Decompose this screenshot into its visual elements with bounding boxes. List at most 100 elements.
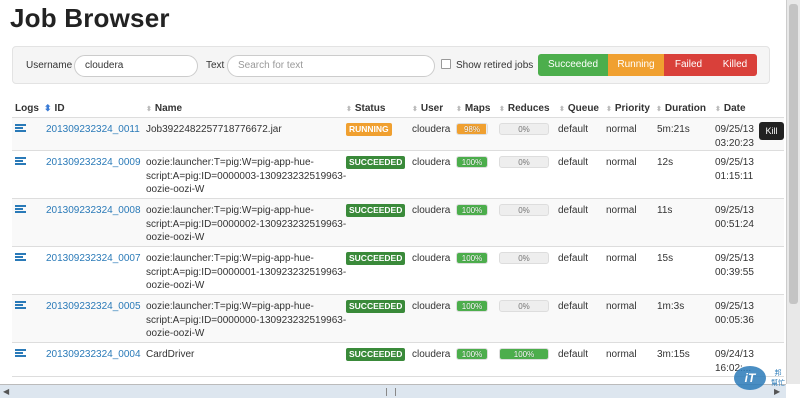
job-queue: default — [558, 157, 589, 168]
table-row[interactable]: 201309232324_0011 Job3922482257718776672.… — [12, 118, 784, 151]
col-header-status[interactable]: ⬍ Status — [346, 103, 385, 114]
reduces-progress-bar-label: 0% — [518, 125, 530, 134]
text-search-placeholder: Search for text — [238, 60, 304, 71]
table-row[interactable]: 201309232324_0005 oozie:launcher:T=pig:W=… — [12, 295, 784, 343]
maps-progress-bar: 100% — [456, 300, 488, 312]
job-date-line: 00:51:24 — [715, 218, 754, 230]
job-priority: normal — [606, 124, 637, 135]
job-name-line: oozie:launcher:T=pig:W=pig-app-hue- — [146, 253, 314, 264]
table-body: 201309232324_0011 Job3922482257718776672.… — [12, 118, 784, 377]
job-date-line: 03:20:23 — [715, 137, 754, 149]
col-header-name[interactable]: ⬍ Name — [146, 103, 182, 114]
job-date-line: 09/24/13 — [715, 349, 754, 360]
horizontal-scrollbar-grip[interactable] — [386, 388, 396, 396]
username-input[interactable]: cloudera — [74, 55, 198, 77]
page-title: Job Browser — [10, 3, 170, 33]
horizontal-scrollbar[interactable]: ◀ ▶ — [0, 384, 786, 398]
sort-desc-icon: ⬍ — [44, 103, 52, 113]
job-id-link[interactable]: 201309232324_0011 — [46, 123, 140, 137]
kill-button[interactable]: Kill — [759, 122, 784, 140]
job-queue: default — [558, 349, 589, 360]
filter-succeeded-button[interactable]: Succeeded — [538, 54, 608, 76]
col-header-maps[interactable]: ⬍ Maps — [456, 103, 490, 114]
job-date-line: 00:05:36 — [715, 314, 754, 326]
username-value: cloudera — [85, 60, 124, 71]
job-duration: 12s — [657, 157, 674, 168]
job-queue: default — [558, 205, 589, 216]
logs-icon[interactable] — [15, 205, 26, 213]
sort-icon: ⬍ — [499, 106, 505, 113]
job-id-link[interactable]: 201309232324_0008 — [46, 204, 141, 218]
job-date: 09/25/13 00:39:55 — [715, 252, 754, 279]
sort-icon: ⬍ — [456, 106, 462, 113]
job-duration: 11s — [657, 205, 673, 216]
job-name-line: script:A=pig:ID=0000003-130923232519963- — [146, 170, 347, 182]
job-name-line: Job3922482257718776672.jar — [146, 124, 282, 135]
table-row[interactable]: 201309232324_0009 oozie:launcher:T=pig:W=… — [12, 151, 784, 199]
job-id-link[interactable]: 201309232324_0007 — [46, 252, 141, 266]
maps-progress-bar: 98% — [456, 123, 488, 135]
vertical-scrollbar-thumb[interactable] — [789, 4, 798, 304]
col-header-queue[interactable]: ⬍ Queue — [559, 103, 599, 114]
reduces-progress-bar-label: 0% — [518, 206, 530, 215]
col-header-date[interactable]: ⬍ Date — [715, 103, 746, 114]
col-header-user[interactable]: ⬍ User — [412, 103, 443, 114]
filter-failed-button[interactable]: Failed — [664, 54, 713, 76]
col-header-logs[interactable]: Logs — [15, 103, 39, 114]
scroll-left-icon[interactable]: ◀ — [3, 387, 9, 396]
job-duration: 3m:15s — [657, 349, 690, 360]
maps-progress-bar-label: 98% — [463, 125, 480, 134]
logs-icon[interactable] — [15, 124, 26, 132]
sort-icon: ⬍ — [559, 106, 565, 113]
reduces-progress-bar-label: 0% — [518, 158, 530, 167]
col-header-queue-label: Queue — [567, 103, 599, 114]
job-name-line: CardDriver — [146, 349, 195, 360]
col-header-priority-label: Priority — [614, 103, 650, 114]
job-name-line: oozie-oozi-W — [146, 280, 205, 291]
job-date-line: 09/25/13 — [715, 157, 754, 168]
job-priority: normal — [606, 205, 637, 216]
col-header-logs-label: Logs — [15, 103, 39, 114]
job-name-line: oozie:launcher:T=pig:W=pig-app-hue- — [146, 157, 314, 168]
col-header-reduces[interactable]: ⬍ Reduces — [499, 103, 550, 114]
reduces-progress-bar-label: 100% — [513, 350, 535, 359]
ithome-watermark-logo: iT 邦 幫忙 — [734, 366, 785, 390]
job-queue: default — [558, 124, 589, 135]
col-header-id[interactable]: ⬍ ID — [44, 103, 65, 114]
job-queue: default — [558, 253, 589, 264]
table-row[interactable]: 201309232324_0008 oozie:launcher:T=pig:W=… — [12, 199, 784, 247]
job-name-line: oozie:launcher:T=pig:W=pig-app-hue- — [146, 301, 314, 312]
filter-running-button[interactable]: Running — [608, 54, 664, 76]
col-header-reduces-label: Reduces — [507, 103, 550, 114]
job-name-line: oozie-oozi-W — [146, 232, 205, 243]
reduces-progress-bar: 0% — [499, 156, 549, 168]
logs-icon[interactable] — [15, 253, 26, 261]
table-row[interactable]: 201309232324_0004 CardDriver SUCCEEDED clou… — [12, 343, 784, 377]
status-badge: SUCCEEDED — [346, 252, 406, 265]
vertical-scrollbar[interactable] — [786, 0, 800, 384]
job-name: oozie:launcher:T=pig:W=pig-app-hue-scrip… — [146, 204, 346, 245]
logs-icon[interactable] — [15, 349, 26, 357]
sort-icon: ⬍ — [606, 106, 612, 113]
filter-killed-button[interactable]: Killed — [713, 54, 757, 76]
job-duration: 15s — [657, 253, 674, 264]
job-id-link[interactable]: 201309232324_0004 — [46, 348, 141, 362]
job-name: oozie:launcher:T=pig:W=pig-app-hue-scrip… — [146, 252, 346, 293]
status-badge: SUCCEEDED — [346, 348, 406, 361]
maps-progress-bar-label: 100% — [461, 302, 483, 311]
show-retired-label[interactable]: Show retired jobs — [456, 60, 533, 71]
job-id-link[interactable]: 201309232324_0009 — [46, 156, 141, 170]
logs-icon[interactable] — [15, 301, 26, 309]
text-search-input[interactable]: Search for text — [227, 55, 435, 77]
logs-icon[interactable] — [15, 157, 26, 165]
job-name-line: script:A=pig:ID=0000002-130923232519963- — [146, 218, 347, 230]
job-priority: normal — [606, 157, 637, 168]
show-retired-checkbox[interactable] — [441, 59, 451, 69]
col-header-priority[interactable]: ⬍ Priority — [606, 103, 650, 114]
job-name: Job3922482257718776672.jar — [146, 123, 282, 137]
table-row[interactable]: 201309232324_0007 oozie:launcher:T=pig:W=… — [12, 247, 784, 295]
job-id-link[interactable]: 201309232324_0005 — [46, 300, 141, 314]
col-header-duration[interactable]: ⬍ Duration — [656, 103, 706, 114]
job-name-line: script:A=pig:ID=0000001-130923232519963- — [146, 266, 347, 278]
sort-icon: ⬍ — [146, 106, 152, 113]
